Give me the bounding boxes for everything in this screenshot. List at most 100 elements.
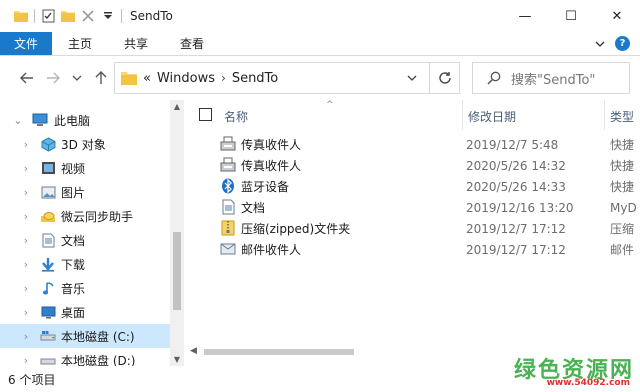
column-header: ^ 名称 修改日期 类型 [184,100,640,130]
sidebar-item-downloads[interactable]: › 下载 [0,252,170,276]
sidebar-item-documents[interactable]: › 文档 [0,228,170,252]
sidebar-item-label: 微云同步助手 [61,209,134,224]
chevron-right-icon[interactable]: › [20,306,32,319]
address-bar[interactable]: « Windows › SendTo [114,62,460,94]
file-date: 2020/5/26 14:33 [466,179,566,194]
sidebar-scrollbar[interactable]: ▲ ▼ [170,100,184,366]
column-date[interactable]: 修改日期 [468,108,516,125]
sidebar-item-label: 音乐 [61,281,86,296]
up-button[interactable] [92,68,110,88]
drive-icon [40,352,56,366]
table-row[interactable]: 文档 2019/12/16 13:20 MyD [216,197,640,218]
chevron-right-icon[interactable]: › [20,258,32,271]
download-icon [40,256,56,272]
window-title: SendTo [130,9,173,23]
file-name: 文档 [241,201,266,215]
ribbon-tabs: 文件 主页 共享 查看 ? [0,32,640,56]
sidebar-item-drive-c[interactable]: › 本地磁盘 (C:) [0,324,170,348]
breadcrumb-sendto[interactable]: SendTo [232,71,278,86]
expand-ribbon-icon[interactable] [595,37,605,51]
table-row[interactable]: 传真收件人 2020/5/26 14:32 快捷 [216,155,640,176]
chevron-right-icon[interactable]: › [20,282,32,295]
music-icon [40,280,56,296]
breadcrumb-windows[interactable]: Windows [157,71,215,86]
computer-icon [32,112,48,128]
file-type: 压缩 [610,222,635,236]
search-box[interactable]: 搜索"SendTo" [472,62,630,94]
chevron-right-icon[interactable]: › [20,162,32,175]
zip-folder-icon [220,220,236,236]
file-type: 快捷 [610,180,635,194]
maximize-button[interactable]: ☐ [548,0,594,32]
table-row[interactable]: 邮件收件人 2019/12/7 17:12 邮件 [216,239,640,260]
file-name: 蓝牙设备 [241,180,290,194]
chevron-right-icon[interactable]: › [221,71,226,85]
select-all-checkbox[interactable] [199,108,212,121]
delete-icon[interactable] [81,9,95,23]
chevron-right-icon[interactable]: › [20,354,32,367]
sidebar-item-videos[interactable]: › 视频 [0,156,170,180]
sidebar-item-label: 此电脑 [54,113,91,128]
scrollbar-thumb[interactable] [204,349,354,355]
arrow-left-icon [20,72,33,84]
refresh-button[interactable] [429,63,459,93]
help-button[interactable]: ? [615,36,630,51]
file-type: 快捷 [610,159,635,173]
properties-icon[interactable] [41,9,55,23]
arrow-up-icon [95,71,107,84]
chevron-right-icon[interactable]: › [20,186,32,199]
sidebar-item-3d-objects[interactable]: › 3D 对象 [0,132,170,156]
quick-access-toolbar [0,0,122,32]
sidebar-item-label: 3D 对象 [61,137,106,152]
file-type: MyD [610,200,637,215]
item-count: 6 个项目 [8,372,56,387]
navigation-pane: ⌄ 此电脑 › 3D 对象 › 视频 › 图片 › 微云同步助手 › 文档 › … [0,100,184,366]
tab-share[interactable]: 共享 [108,32,164,55]
chevron-down-icon[interactable]: ⌄ [12,114,24,127]
navigation-bar: « Windows › SendTo 搜索"SendTo" [0,56,640,100]
folder-icon [121,71,137,85]
breadcrumb-overflow[interactable]: « [143,71,151,86]
document-icon [40,232,56,248]
bluetooth-icon [220,178,236,194]
sidebar-item-music[interactable]: › 音乐 [0,276,170,300]
sidebar-item-label: 本地磁盘 (C:) [61,329,135,344]
tab-home[interactable]: 主页 [52,32,108,55]
sidebar-item-pictures[interactable]: › 图片 [0,180,170,204]
column-type[interactable]: 类型 [610,108,634,125]
new-folder-icon[interactable] [61,9,75,23]
sidebar-item-this-pc[interactable]: ⌄ 此电脑 [0,108,170,132]
scrollbar-thumb[interactable] [173,232,181,310]
table-row[interactable]: 蓝牙设备 2020/5/26 14:33 快捷 [216,176,640,197]
sidebar-item-weiyun[interactable]: › 微云同步助手 [0,204,170,228]
column-name[interactable]: 名称 [224,108,248,125]
fax-icon [220,136,236,152]
address-dropdown-button[interactable] [403,63,421,93]
table-row[interactable]: 压缩(zipped)文件夹 2019/12/7 17:12 压缩 [216,218,640,239]
chevron-right-icon[interactable]: › [20,138,32,151]
file-date: 2019/12/7 17:12 [466,221,566,236]
sidebar-item-label: 视频 [61,161,86,176]
forward-button[interactable] [44,68,62,88]
chevron-right-icon[interactable]: › [20,330,32,343]
back-button[interactable] [18,68,36,88]
chevron-right-icon[interactable]: › [20,234,32,247]
cloud-icon [40,208,56,224]
customize-dropdown-icon[interactable] [101,9,115,23]
sidebar-item-desktop[interactable]: › 桌面 [0,300,170,324]
sidebar-item-drive-d[interactable]: › 本地磁盘 (D:) [0,348,170,367]
table-row[interactable]: 传真收件人 2019/12/7 5:48 快捷 [216,134,640,155]
recent-locations-button[interactable] [68,68,86,88]
minimize-button[interactable]: — [502,0,548,32]
file-name: 传真收件人 [241,138,302,152]
scroll-left-icon[interactable]: ◀ [190,346,197,356]
scroll-down-icon[interactable]: ▼ [170,355,184,364]
divider [462,100,463,130]
close-button[interactable]: ✕ [594,0,640,32]
sidebar-item-label: 本地磁盘 (D:) [61,353,136,367]
file-date: 2019/12/7 17:12 [466,242,566,257]
chevron-right-icon[interactable]: › [20,210,32,223]
tab-file[interactable]: 文件 [0,32,53,55]
tab-view[interactable]: 查看 [164,32,220,55]
scroll-up-icon[interactable]: ▲ [170,102,184,111]
